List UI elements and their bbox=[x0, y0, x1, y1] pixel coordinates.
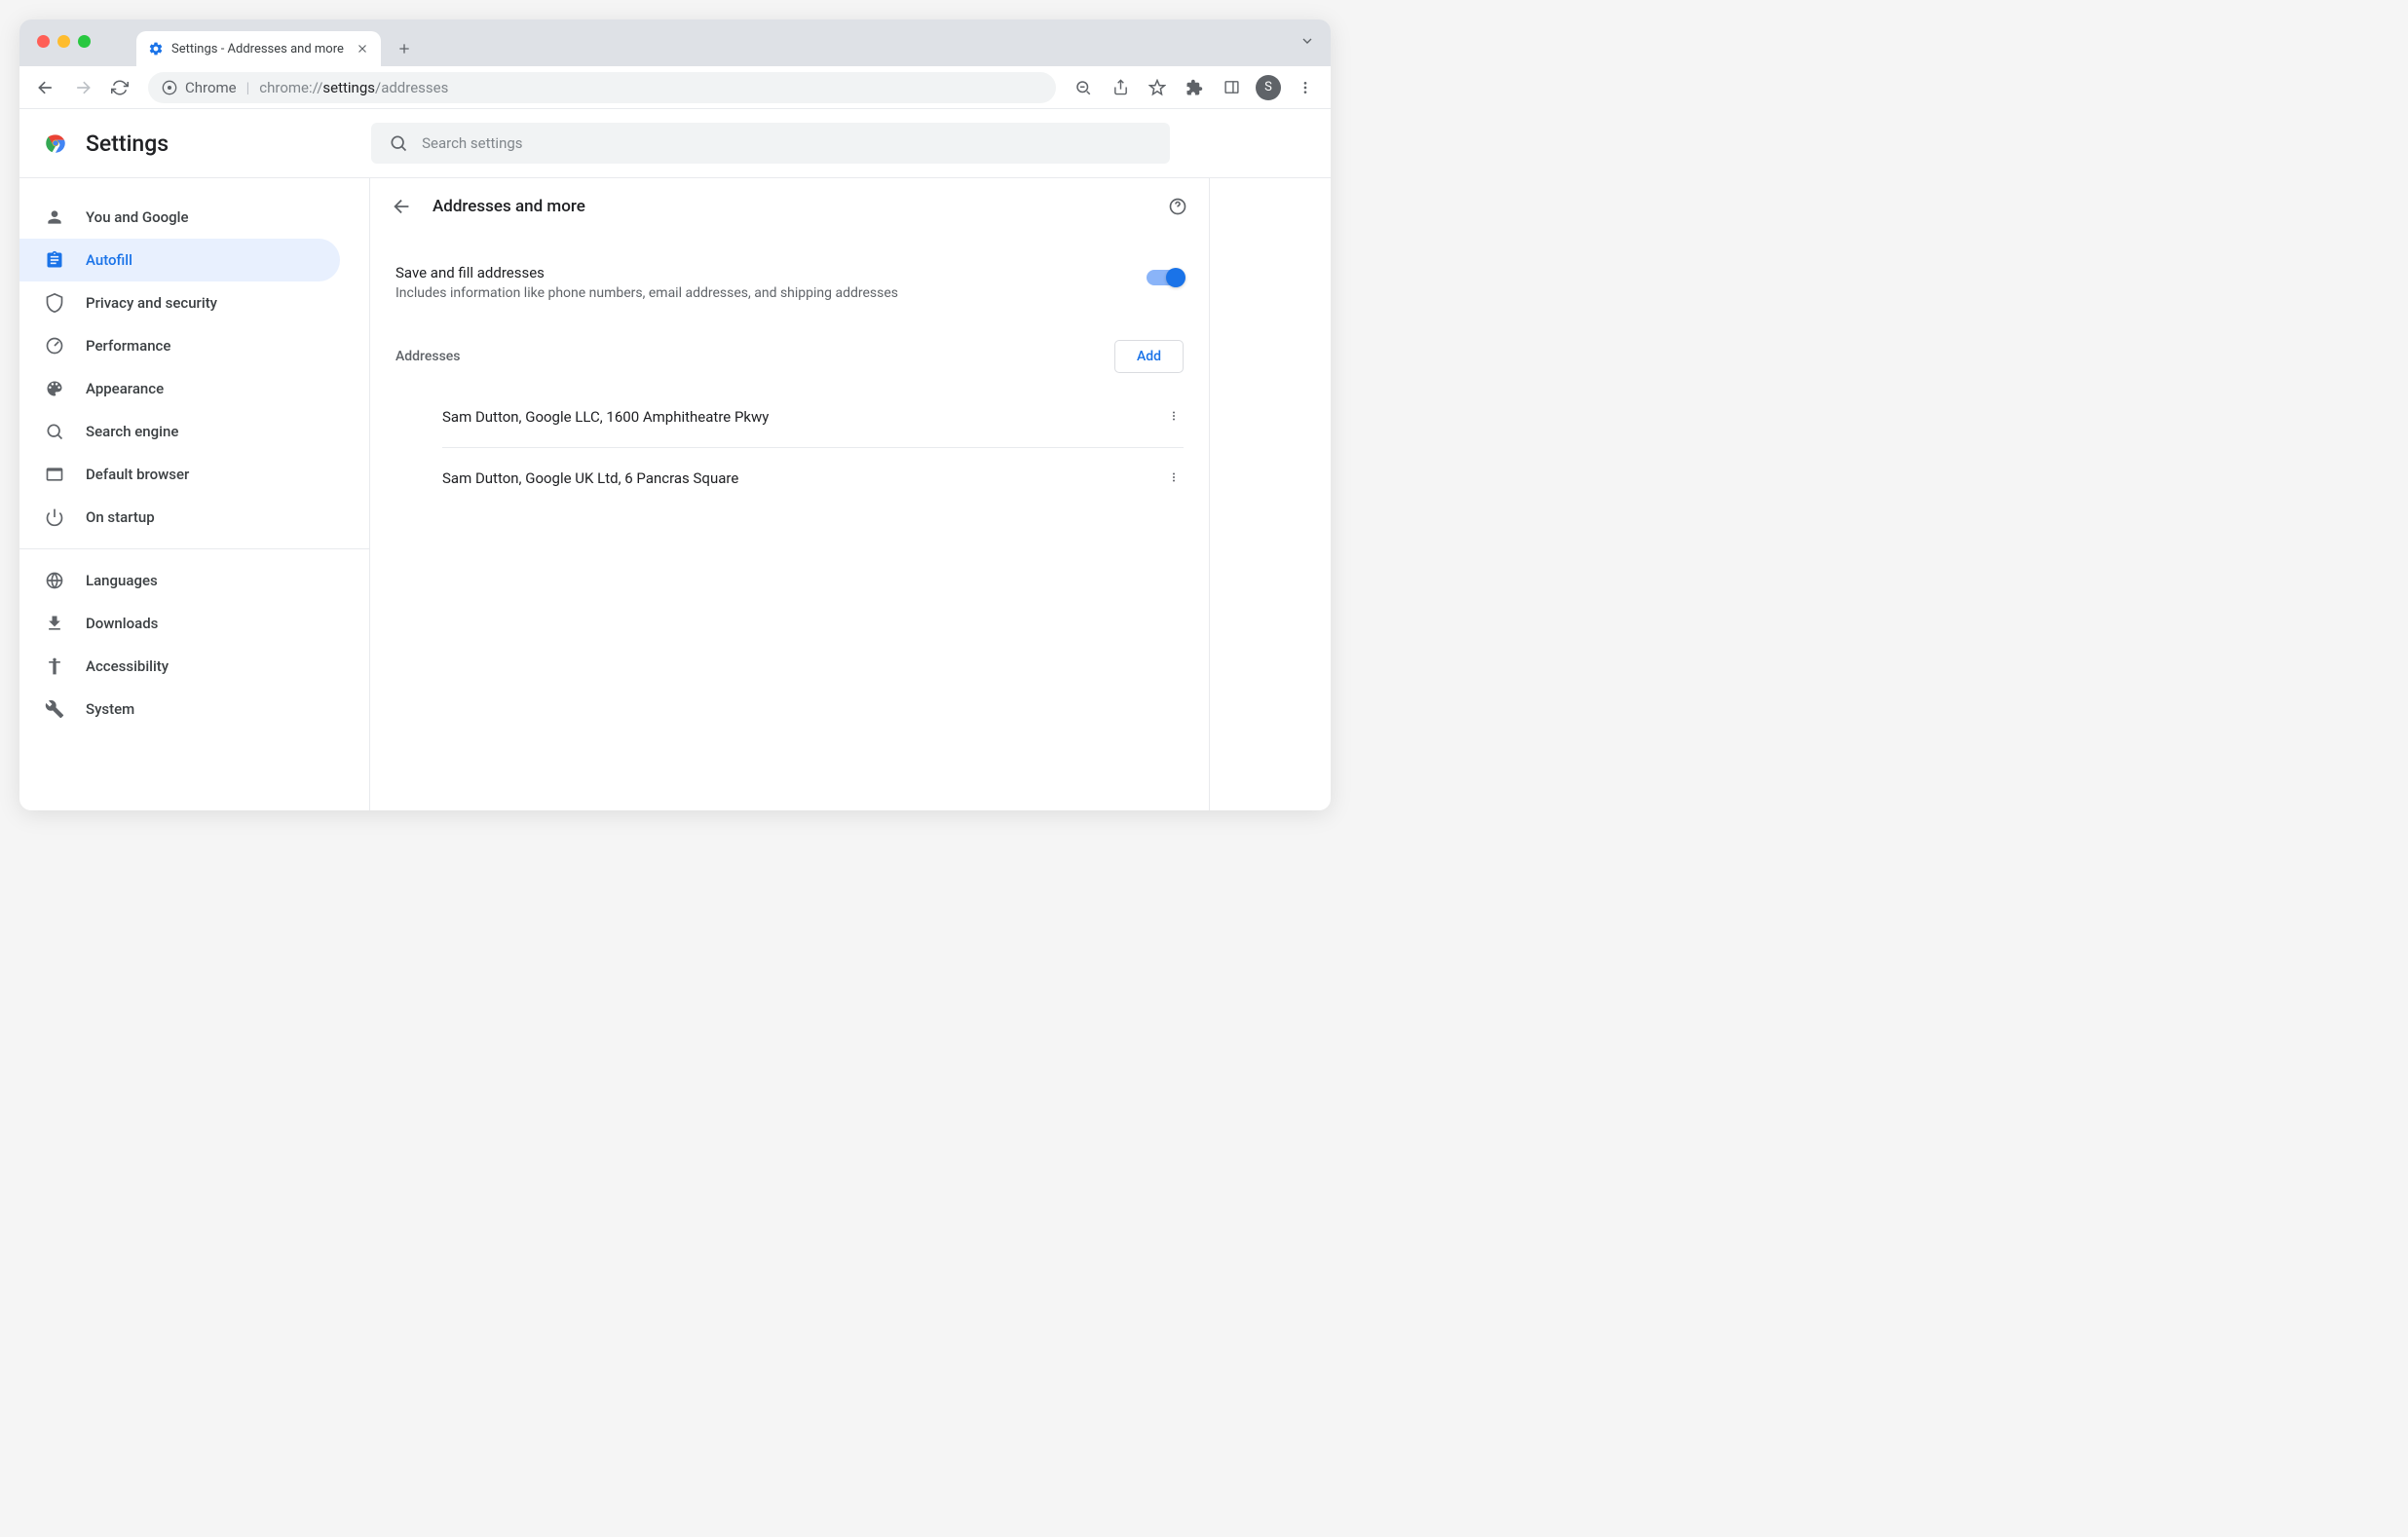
toolbar-actions: S bbox=[1068, 72, 1321, 103]
save-fill-toggle-row: Save and fill addresses Includes informa… bbox=[395, 246, 1184, 326]
settings-title: Settings bbox=[86, 131, 169, 157]
search-icon bbox=[389, 133, 408, 153]
gear-icon bbox=[148, 41, 164, 56]
sidebar-item-label: On startup bbox=[86, 508, 155, 526]
tab-title: Settings - Addresses and more bbox=[171, 42, 344, 56]
toggle-label: Save and fill addresses bbox=[395, 264, 898, 281]
bookmark-icon[interactable] bbox=[1142, 72, 1173, 103]
search-input[interactable] bbox=[422, 134, 1152, 152]
add-button[interactable]: Add bbox=[1114, 340, 1184, 373]
address-text: Sam Dutton, Google LLC, 1600 Amphitheatr… bbox=[442, 408, 769, 426]
chrome-logo-icon bbox=[43, 131, 68, 156]
settings-sidebar: You and Google Autofill Privacy and secu… bbox=[19, 178, 370, 810]
shield-icon bbox=[45, 293, 64, 313]
sidebar-item-autofill[interactable]: Autofill bbox=[19, 239, 340, 281]
sidebar-item-label: Privacy and security bbox=[86, 294, 217, 312]
sidebar-item-appearance[interactable]: Appearance bbox=[19, 367, 340, 410]
browser-tab[interactable]: Settings - Addresses and more bbox=[136, 31, 381, 66]
close-window-button[interactable] bbox=[37, 35, 50, 48]
browser-toolbar: Chrome | chrome://settings/addresses bbox=[19, 66, 1331, 109]
extensions-icon[interactable] bbox=[1179, 72, 1210, 103]
sidebar-item-label: Appearance bbox=[86, 380, 164, 397]
address-bar[interactable]: Chrome | chrome://settings/addresses bbox=[148, 72, 1056, 103]
sidebar-item-default-browser[interactable]: Default browser bbox=[19, 453, 340, 496]
main-panel: Addresses and more Save and fill address… bbox=[370, 178, 1210, 810]
sidebar-item-label: You and Google bbox=[86, 208, 188, 226]
close-tab-icon[interactable] bbox=[356, 42, 369, 56]
site-info-icon[interactable]: Chrome bbox=[162, 79, 237, 96]
address-item[interactable]: Sam Dutton, Google LLC, 1600 Amphitheatr… bbox=[442, 387, 1184, 448]
section-label: Addresses bbox=[395, 349, 461, 364]
sidebar-item-you-and-google[interactable]: You and Google bbox=[19, 196, 340, 239]
more-icon[interactable] bbox=[1164, 404, 1184, 430]
window-controls bbox=[37, 35, 91, 48]
tab-dropdown-button[interactable] bbox=[1299, 33, 1315, 53]
palette-icon bbox=[45, 379, 64, 398]
right-gutter bbox=[1210, 178, 1331, 810]
sidebar-item-label: Default browser bbox=[86, 466, 189, 483]
person-icon bbox=[45, 207, 64, 227]
browser-icon bbox=[45, 465, 64, 484]
url-text: chrome://settings/addresses bbox=[259, 79, 448, 96]
settings-header: Settings bbox=[19, 109, 1331, 178]
titlebar: Settings - Addresses and more bbox=[19, 19, 1331, 66]
accessibility-icon bbox=[45, 656, 64, 676]
new-tab-button[interactable] bbox=[391, 35, 418, 62]
panel-title: Addresses and more bbox=[433, 197, 1148, 216]
back-button[interactable] bbox=[29, 71, 62, 104]
back-arrow-icon[interactable] bbox=[392, 196, 413, 217]
sidebar-item-performance[interactable]: Performance bbox=[19, 324, 340, 367]
more-icon[interactable] bbox=[1164, 466, 1184, 491]
search-settings[interactable] bbox=[371, 123, 1170, 164]
download-icon bbox=[45, 614, 64, 633]
share-icon[interactable] bbox=[1105, 72, 1136, 103]
addresses-section-header: Addresses Add bbox=[395, 326, 1184, 387]
sidebar-item-label: Performance bbox=[86, 337, 170, 355]
minimize-window-button[interactable] bbox=[57, 35, 70, 48]
sidebar-divider bbox=[19, 548, 369, 549]
reload-button[interactable] bbox=[103, 71, 136, 104]
panel-header: Addresses and more bbox=[370, 178, 1209, 235]
sidebar-item-system[interactable]: System bbox=[19, 688, 340, 731]
save-fill-toggle[interactable] bbox=[1147, 270, 1184, 285]
page-content: Settings You and Google Autofill Privacy… bbox=[19, 109, 1331, 810]
browser-window: Settings - Addresses and more Chrome bbox=[19, 19, 1331, 810]
omnibox-separator: | bbox=[246, 79, 250, 96]
sidebar-item-label: Accessibility bbox=[86, 657, 169, 675]
menu-icon[interactable] bbox=[1290, 72, 1321, 103]
search-icon bbox=[45, 422, 64, 441]
address-item[interactable]: Sam Dutton, Google UK Ltd, 6 Pancras Squ… bbox=[442, 448, 1184, 508]
sidebar-item-label: Autofill bbox=[86, 251, 132, 269]
sidebar-item-downloads[interactable]: Downloads bbox=[19, 602, 340, 645]
profile-avatar[interactable]: S bbox=[1253, 72, 1284, 103]
maximize-window-button[interactable] bbox=[78, 35, 91, 48]
forward-button[interactable] bbox=[66, 71, 99, 104]
help-icon[interactable] bbox=[1168, 197, 1187, 216]
address-list: Sam Dutton, Google LLC, 1600 Amphitheatr… bbox=[395, 387, 1184, 508]
power-icon bbox=[45, 507, 64, 527]
sidebar-item-label: Downloads bbox=[86, 615, 158, 632]
globe-icon bbox=[45, 571, 64, 590]
zoom-icon[interactable] bbox=[1068, 72, 1099, 103]
sidebar-item-label: Search engine bbox=[86, 423, 178, 440]
speedometer-icon bbox=[45, 336, 64, 356]
secure-label: Chrome bbox=[185, 79, 237, 96]
sidebar-item-label: System bbox=[86, 700, 134, 718]
sidebar-item-on-startup[interactable]: On startup bbox=[19, 496, 340, 539]
address-text: Sam Dutton, Google UK Ltd, 6 Pancras Squ… bbox=[442, 469, 738, 487]
toggle-description: Includes information like phone numbers,… bbox=[395, 285, 898, 301]
sidebar-item-search-engine[interactable]: Search engine bbox=[19, 410, 340, 453]
sidebar-item-languages[interactable]: Languages bbox=[19, 559, 340, 602]
wrench-icon bbox=[45, 699, 64, 719]
side-panel-icon[interactable] bbox=[1216, 72, 1247, 103]
sidebar-item-label: Languages bbox=[86, 572, 158, 589]
sidebar-item-accessibility[interactable]: Accessibility bbox=[19, 645, 340, 688]
sidebar-item-privacy[interactable]: Privacy and security bbox=[19, 281, 340, 324]
clipboard-icon bbox=[45, 250, 64, 270]
avatar: S bbox=[1256, 75, 1281, 100]
